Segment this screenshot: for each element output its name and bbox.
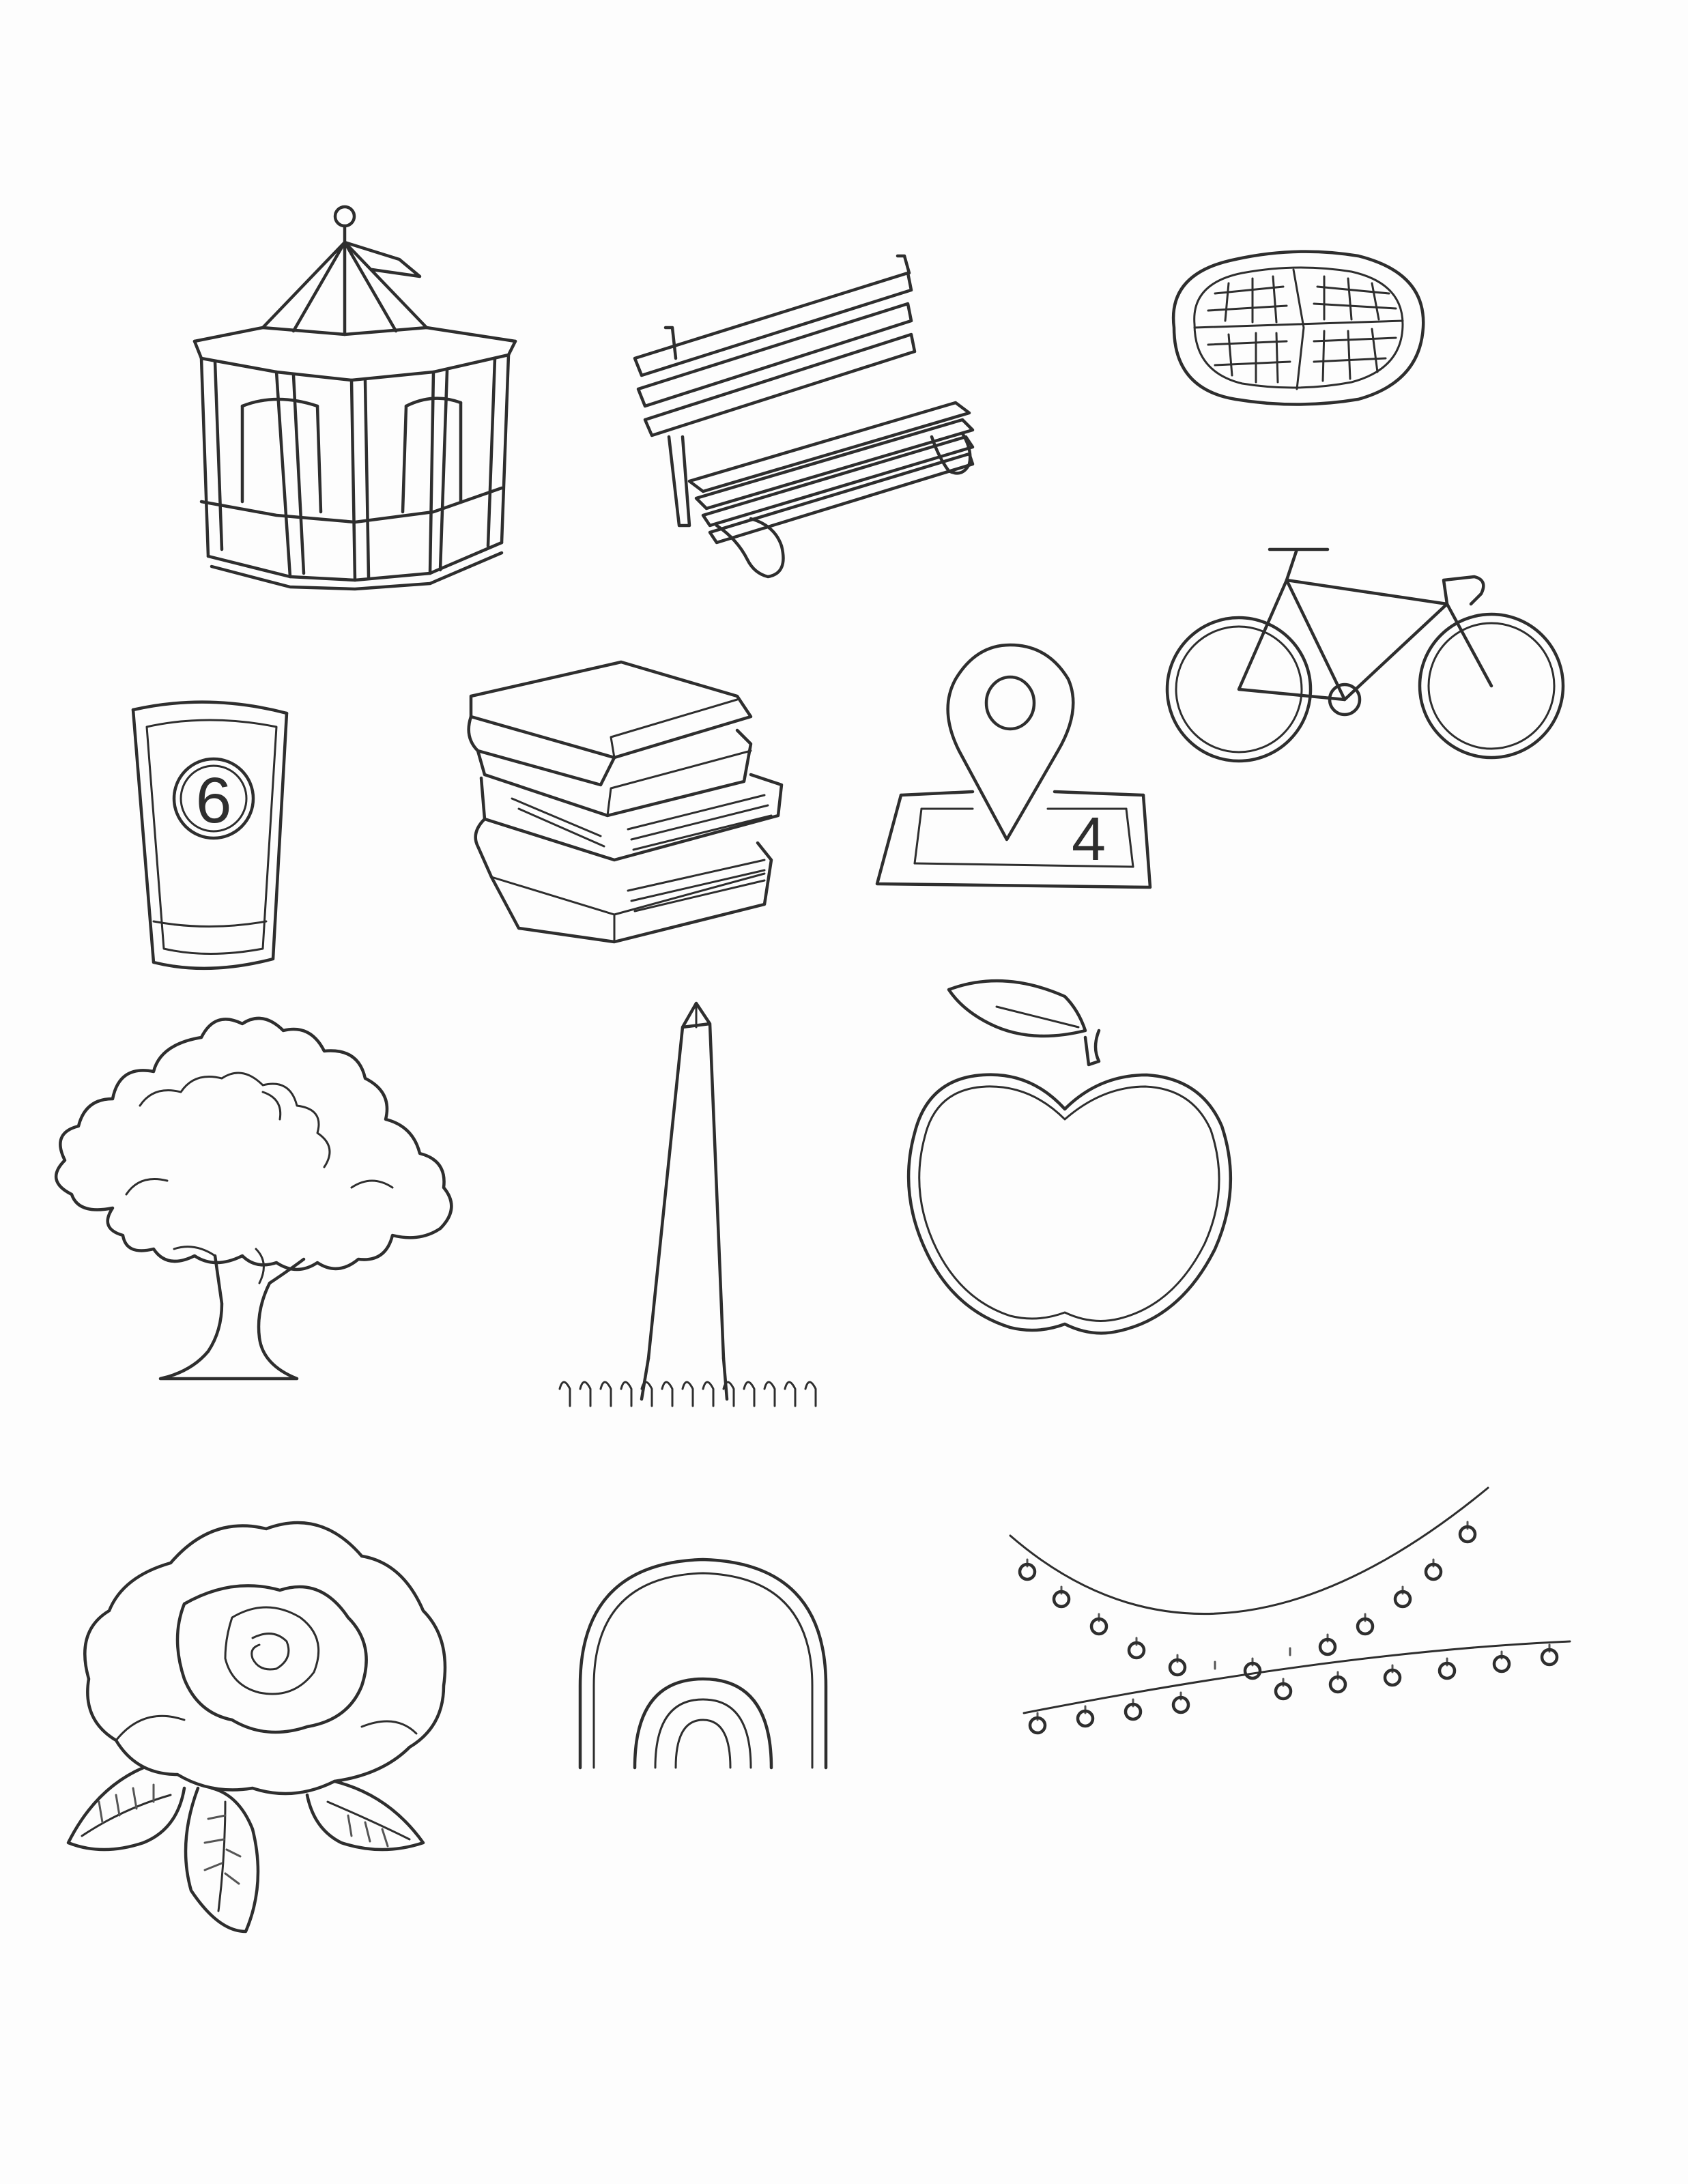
string-lights-icon — [1009, 1486, 1571, 1735]
sketch-sheet: 6 4 — [0, 0, 1688, 2184]
map-pin-icon: 4 — [875, 643, 1152, 889]
stacked-books-icon — [467, 660, 784, 944]
gazebo-icon — [192, 205, 517, 591]
tree-icon — [54, 1016, 453, 1381]
cup-icon: 6 — [131, 700, 289, 971]
map-grid-label: 4 — [1072, 805, 1106, 874]
park-bench-icon — [633, 254, 975, 579]
waffle-icon — [1171, 250, 1425, 406]
bicycle-icon — [1165, 547, 1565, 763]
apple-icon — [906, 979, 1233, 1335]
monument-icon — [558, 1001, 817, 1407]
cup-number-label: 6 — [196, 764, 232, 837]
rainbow-arch-icon — [578, 1557, 828, 1770]
rose-icon — [66, 1521, 447, 1934]
